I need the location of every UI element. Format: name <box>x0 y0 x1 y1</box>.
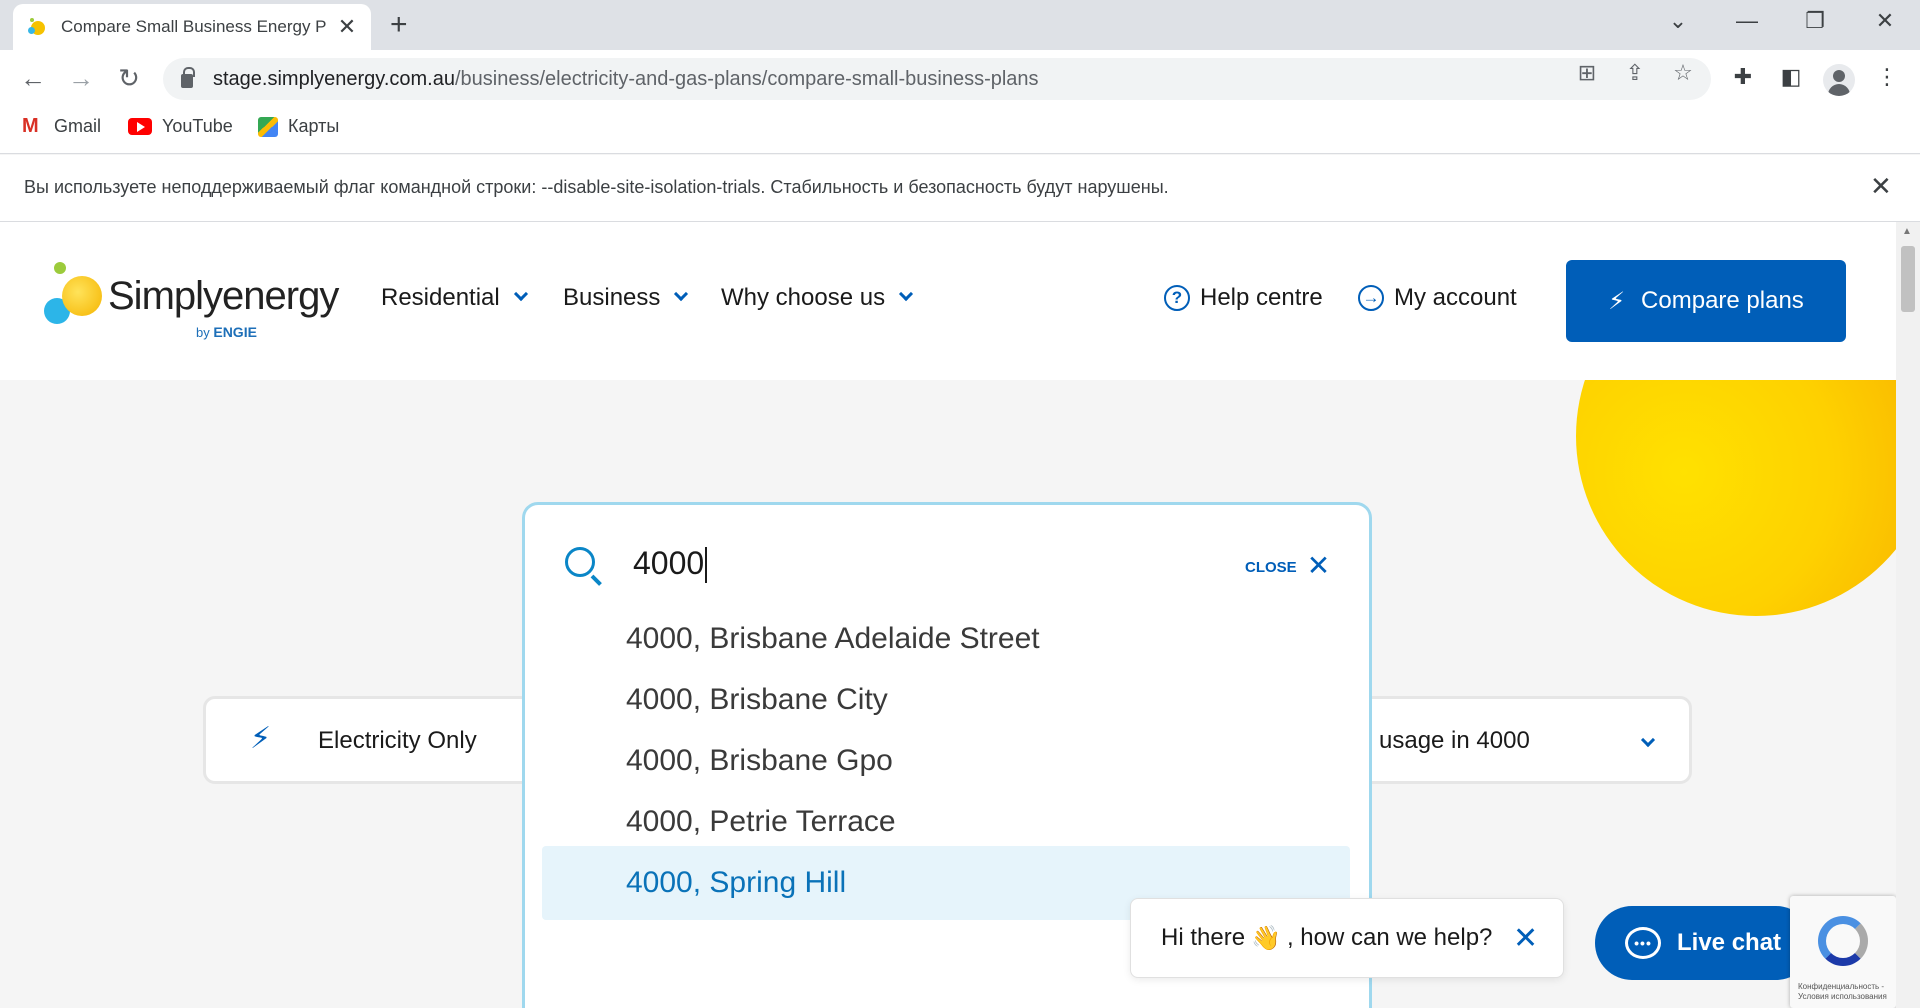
live-chat-button[interactable]: ••• Live chat <box>1595 906 1813 980</box>
address-bar[interactable]: stage.simplyenergy.com.au/business/elect… <box>163 58 1711 100</box>
usage-label: usage in 4000 <box>1379 727 1530 754</box>
chevron-down-icon <box>513 286 528 302</box>
nav-why-choose-us[interactable]: Why choose us <box>721 284 914 312</box>
search-icon <box>565 547 595 577</box>
restore-icon[interactable]: ❐ <box>1795 8 1835 34</box>
unsupported-flag-infobar: Вы используете неподдерживаемый флаг ком… <box>0 155 1920 222</box>
bookmark-maps[interactable]: Карты <box>258 116 339 137</box>
simply-energy-logo[interactable]: Simplyenergy by ENGIE <box>44 262 344 342</box>
lightning-bolt-icon: ⚡ <box>250 722 272 755</box>
infobar-close-icon[interactable]: ✕ <box>1870 171 1892 202</box>
back-icon[interactable]: ← <box>16 62 50 94</box>
postcode-search-input[interactable] <box>633 545 1093 582</box>
close-search-button[interactable]: CLOSE ✕ <box>1245 550 1330 582</box>
help-icon: ? <box>1164 285 1190 311</box>
chat-greeting-bubble[interactable]: Hi there 👋 , how can we help? ✕ <box>1130 898 1564 978</box>
maps-icon <box>258 116 278 137</box>
youtube-icon <box>128 118 152 135</box>
share-icon[interactable]: ⇪ <box>1618 60 1652 86</box>
scroll-up-icon[interactable]: ▲ <box>1902 226 1912 237</box>
browser-menu-icon[interactable]: ⋮ <box>1870 64 1904 90</box>
close-icon: ✕ <box>1306 550 1331 581</box>
translate-icon[interactable]: ⊞ <box>1570 60 1604 86</box>
compare-plans-button[interactable]: ⚡ Compare plans <box>1566 260 1846 342</box>
new-tab-icon[interactable]: + <box>390 10 408 40</box>
bookmark-gmail[interactable]: Gmail <box>22 115 101 138</box>
tab-title: Compare Small Business Energy P <box>61 17 327 36</box>
scrollbar-thumb[interactable] <box>1901 246 1915 312</box>
waving-hand-icon: 👋 <box>1251 924 1281 952</box>
page-viewport: Simplyenergy by ENGIE Residential Busine… <box>0 222 1896 1008</box>
fuel-type-selector[interactable]: ⚡ Electricity Only <box>203 696 533 784</box>
extensions-icon[interactable]: ✚ <box>1726 64 1760 90</box>
recaptcha-badge[interactable]: Конфиденциальность - Условия использован… <box>1790 896 1896 1008</box>
login-arrow-icon: → <box>1358 285 1384 311</box>
page-scrollbar[interactable]: ▲ <box>1896 222 1920 1008</box>
browser-toolbar: ← → ↻ stage.simplyenergy.com.au/business… <box>0 50 1920 106</box>
url-text: stage.simplyenergy.com.au/business/elect… <box>213 67 1039 90</box>
power-plug-icon: ⚡ <box>1608 287 1626 315</box>
gmail-icon <box>22 115 44 138</box>
chevron-down-icon <box>674 286 689 302</box>
my-account-link[interactable]: → My account <box>1358 284 1517 312</box>
nav-residential[interactable]: Residential <box>381 284 528 312</box>
profile-avatar-icon[interactable] <box>1823 64 1855 96</box>
lock-icon[interactable] <box>181 67 195 88</box>
chevron-down-icon <box>1640 732 1656 748</box>
bookmarks-bar: Gmail YouTube Карты <box>0 106 1920 154</box>
help-centre-link[interactable]: ? Help centre <box>1164 284 1323 312</box>
tab-close-icon[interactable]: ✕ <box>333 14 361 40</box>
reload-icon[interactable]: ↻ <box>112 62 146 94</box>
side-panel-icon[interactable]: ◧ <box>1774 64 1808 90</box>
browser-tabstrip: Compare Small Business Energy P ✕ + ⌄ — … <box>0 0 1920 50</box>
usage-selector[interactable]: usage in 4000 <box>1340 696 1692 784</box>
nav-business[interactable]: Business <box>563 284 689 312</box>
tab-search-chevron-icon[interactable]: ⌄ <box>1658 8 1698 34</box>
minimize-icon[interactable]: — <box>1727 8 1767 34</box>
forward-icon[interactable]: → <box>64 62 98 94</box>
site-favicon-icon <box>27 17 47 37</box>
site-header: Simplyenergy by ENGIE Residential Busine… <box>0 222 1896 380</box>
text-cursor <box>705 547 707 583</box>
recaptcha-icon <box>1818 916 1868 966</box>
chevron-down-icon <box>899 286 914 302</box>
bookmark-youtube[interactable]: YouTube <box>128 116 233 137</box>
chat-bubble-icon: ••• <box>1625 927 1661 959</box>
infobar-message: Вы используете неподдерживаемый флаг ком… <box>24 177 1169 197</box>
fuel-type-label: Electricity Only <box>318 727 477 754</box>
window-close-icon[interactable]: ✕ <box>1865 8 1905 34</box>
bookmark-star-icon[interactable]: ☆ <box>1666 60 1700 86</box>
chat-greeting-close-icon[interactable]: ✕ <box>1513 921 1538 956</box>
browser-tab[interactable]: Compare Small Business Energy P ✕ <box>13 4 371 50</box>
